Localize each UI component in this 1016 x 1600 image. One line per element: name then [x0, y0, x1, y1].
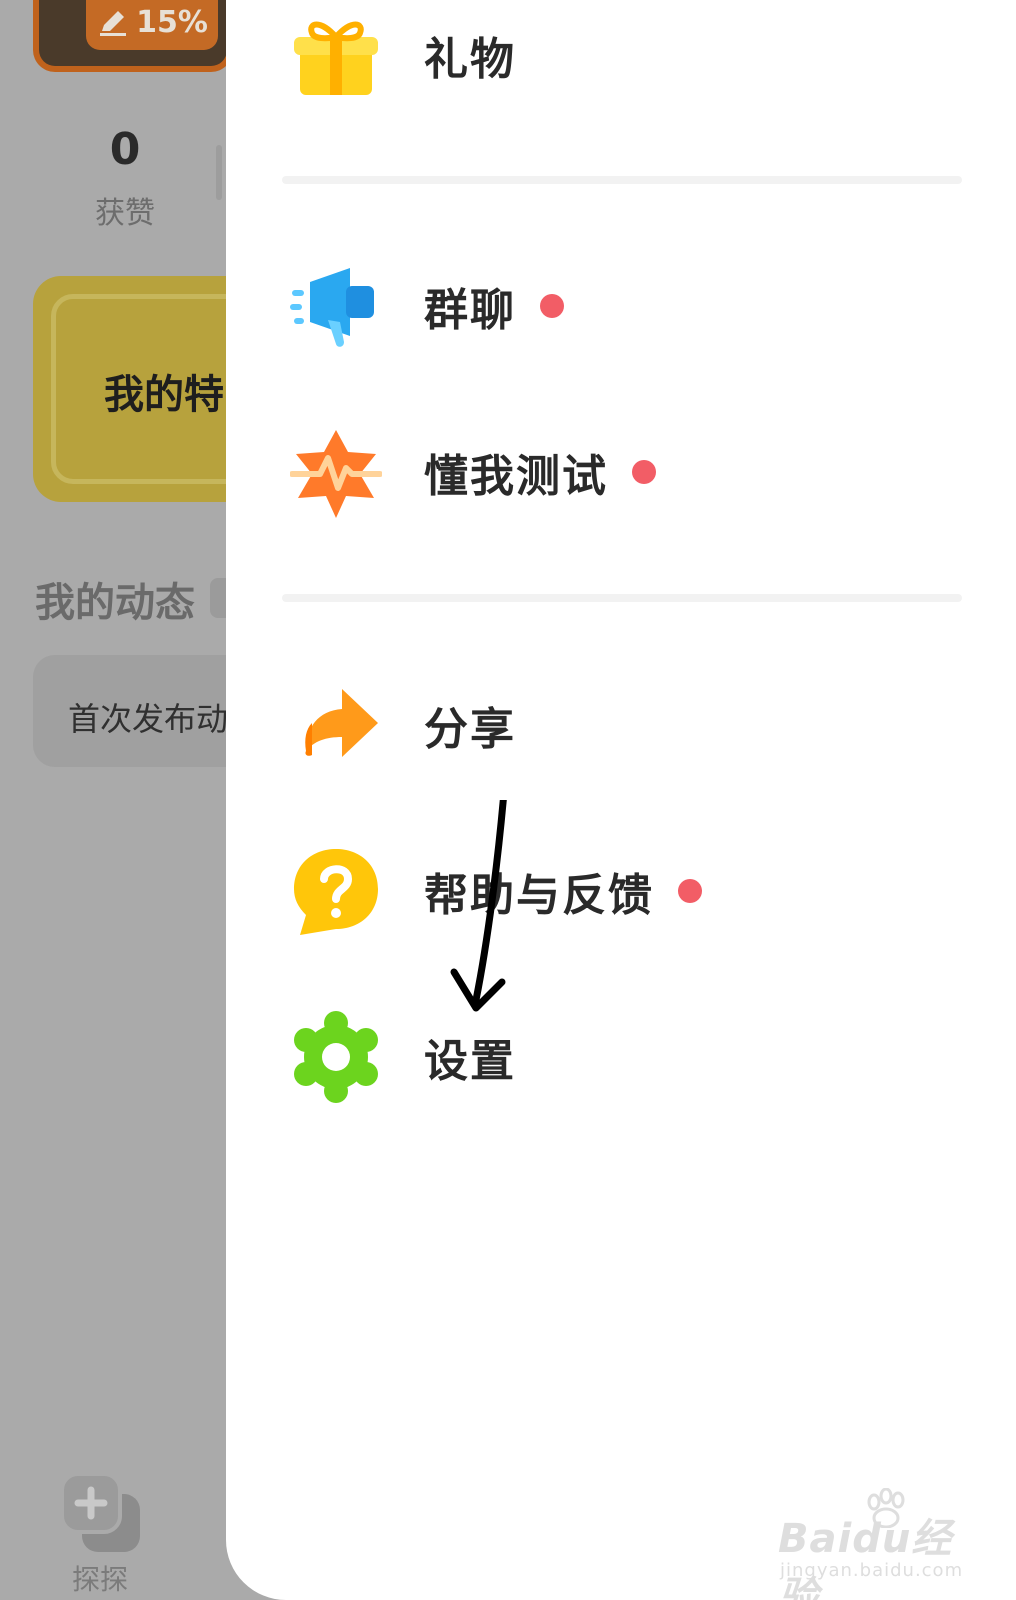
section-title-my-posts: 我的动态 — [35, 580, 195, 626]
stat-divider — [216, 145, 222, 200]
likes-count: 0 — [109, 124, 141, 175]
gear-icon — [294, 1011, 378, 1103]
menu-divider — [282, 594, 962, 602]
menu-label-gift: 礼物 — [424, 34, 516, 85]
gift-icon — [294, 21, 378, 95]
menu-item-help-feedback[interactable]: 帮助与反馈 — [290, 836, 950, 946]
baidu-jingyan-watermark: Baidu经验 jingyan.baidu.com — [778, 1488, 978, 1600]
menu-label-personality-test: 懂我测试 — [424, 451, 608, 502]
menu-item-gift[interactable]: 礼物 — [290, 0, 950, 110]
menu-divider — [282, 176, 962, 184]
explore-tab-icon[interactable] — [58, 1468, 148, 1558]
watermark-text: Baidu经验 — [778, 1516, 953, 1600]
menu-item-personality-test[interactable]: 懂我测试 — [290, 417, 950, 527]
menu-item-settings[interactable]: 设置 — [290, 1002, 950, 1112]
menu-item-share[interactable]: 分享 — [290, 670, 950, 780]
pulse-star-icon — [290, 430, 382, 518]
profile-completion-text: 15% — [136, 4, 208, 40]
feature-card-title: 我的特 — [104, 372, 224, 418]
first-post-text: 首次发布动 — [68, 700, 229, 738]
side-drawer — [226, 0, 1016, 1600]
notification-dot — [678, 879, 702, 903]
menu-label-share: 分享 — [424, 704, 516, 755]
edit-pen-icon — [100, 11, 127, 36]
megaphone-icon — [290, 268, 374, 347]
annotation-arrow-icon — [450, 800, 507, 1012]
menu-label-group-chat: 群聊 — [424, 285, 516, 336]
help-question-icon — [294, 849, 378, 935]
menu-item-group-chat[interactable]: 群聊 — [290, 251, 950, 361]
explore-tab-label: 探探 — [71, 1563, 128, 1596]
notification-dot — [540, 294, 564, 318]
likes-label: 获赞 — [95, 196, 155, 231]
profile-completion-badge[interactable]: 15% — [86, 0, 218, 50]
watermark-url: jingyan.baidu.com — [780, 1560, 964, 1581]
notification-dot — [632, 460, 656, 484]
share-arrow-icon — [305, 689, 378, 757]
